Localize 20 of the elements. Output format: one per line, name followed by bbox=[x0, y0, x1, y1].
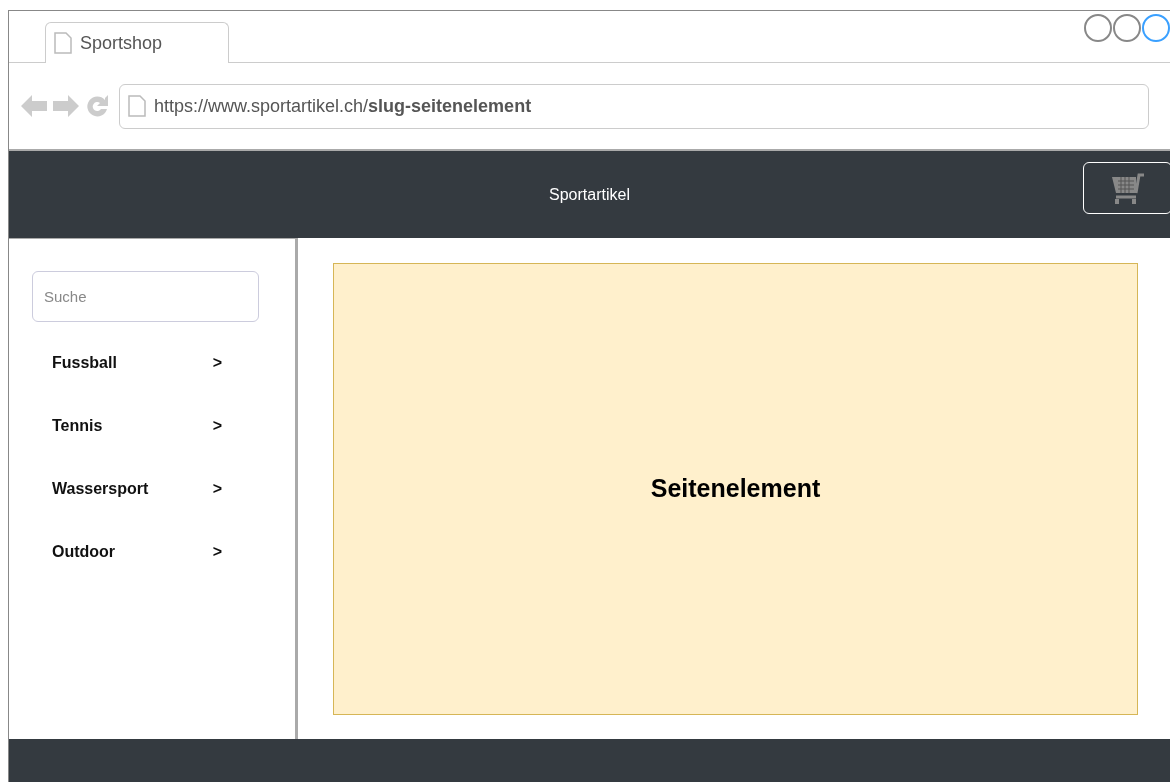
search-field[interactable]: Suche bbox=[32, 271, 259, 322]
address-bar[interactable]: https://www.sportartikel.ch/slug-seitenelement bbox=[119, 83, 1149, 129]
page-icon bbox=[128, 95, 146, 117]
window-button[interactable] bbox=[1113, 14, 1141, 42]
window-button[interactable] bbox=[1142, 14, 1170, 42]
page-icon bbox=[54, 32, 72, 54]
category-item[interactable]: Fussball > bbox=[52, 351, 222, 375]
window-button[interactable] bbox=[1084, 14, 1112, 42]
reload-icon[interactable] bbox=[85, 94, 111, 118]
site-title: Sportartikel bbox=[549, 184, 630, 205]
url-text: https://www.sportartikel.ch/slug-seitenelement bbox=[154, 94, 532, 118]
back-arrow-icon[interactable] bbox=[21, 95, 47, 117]
panel-title: Seitenelement bbox=[650, 473, 821, 505]
category-item[interactable]: Wassersport > bbox=[52, 477, 222, 501]
browser-tab[interactable]: Sportshop bbox=[45, 22, 229, 63]
cart-icon bbox=[1109, 171, 1146, 205]
tab-title: Sportshop bbox=[80, 31, 163, 55]
category-item[interactable]: Outdoor > bbox=[52, 540, 222, 564]
category-item[interactable]: Tennis > bbox=[52, 414, 222, 438]
forward-arrow-icon[interactable] bbox=[53, 95, 79, 117]
